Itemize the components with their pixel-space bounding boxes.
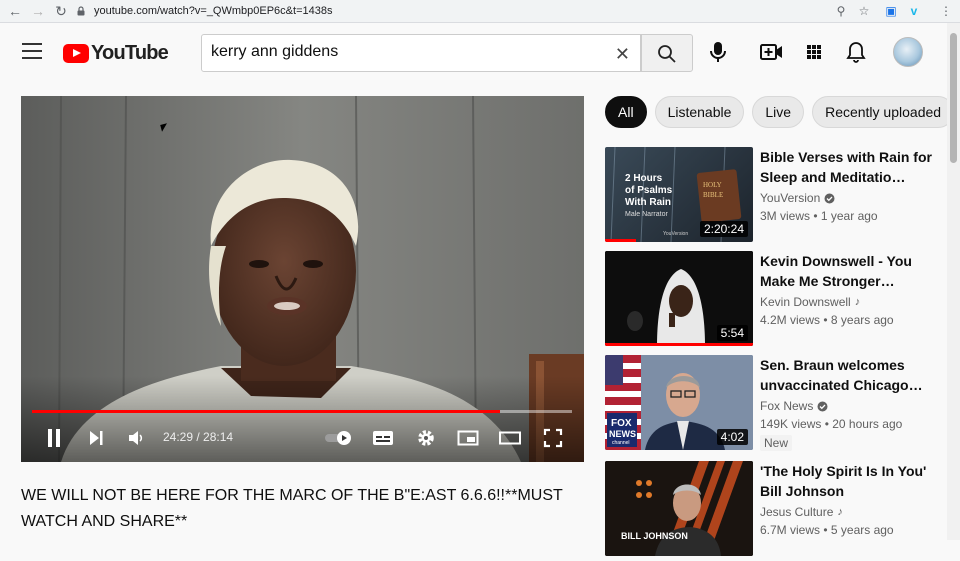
back-icon[interactable]: ← [5,0,25,22]
miniplayer-button[interactable] [456,424,480,452]
vimeo-extension-icon[interactable]: v [905,0,923,22]
video-meta: 4.2M views • 8 years ago [760,313,894,327]
create-video-icon[interactable] [756,37,786,67]
video-meta: 149K views • 20 hours ago [760,417,903,431]
recommendation-item[interactable]: FOX NEWS channel 4:02 Sen. Braun welcome… [605,355,945,455]
watched-progress-bar [605,239,637,242]
hamburger-menu-icon[interactable] [22,43,42,59]
search-button[interactable] [641,34,693,72]
fox-logo-line-1: FOX [611,418,632,429]
video-thumbnail[interactable]: FOX NEWS channel 4:02 [605,355,753,450]
time-display: 24:29 / 28:14 [163,430,234,444]
duration-badge: 5:54 [716,325,748,341]
page-scrollbar[interactable] [947,23,960,540]
pause-button[interactable] [42,424,66,452]
channel-name[interactable]: Jesus Culture [760,505,833,519]
recommendation-title[interactable]: Bible Verses with Rain for Sleep and Med… [760,147,940,187]
youtube-play-icon [63,44,89,63]
notifications-bell-icon[interactable] [841,37,871,67]
search-icon [658,45,676,63]
theater-mode-button[interactable] [498,424,522,452]
url-text: youtube.com/watch?v=_QWmbp0EP6c&t=1438s [94,4,333,17]
fullscreen-icon [543,428,563,448]
settings-button[interactable] [414,424,438,452]
new-badge: New [760,435,793,451]
browser-menu-icon[interactable]: ⋮ [937,0,955,22]
recommendation-item[interactable]: BILL JOHNSON 'The Holy Spirit Is In You'… [605,461,945,561]
settings-gear-icon [418,430,434,446]
recommendation-title[interactable]: 'The Holy Spirit Is In You' Bill Johnson [760,461,940,501]
chip-all[interactable]: All [605,96,647,128]
thumb-line-3: With Rain [625,197,671,208]
subtitles-icon [373,431,393,445]
fox-logo-line-3: channel [612,440,630,446]
duration-badge: 2:20:24 [699,221,748,237]
channel-name[interactable]: YouVersion [760,191,820,205]
chip-live[interactable]: Live [752,96,805,128]
recommendation-title[interactable]: Kevin Downswell - You Make Me Stronger… [760,251,940,291]
book-label-1: HOLY [703,181,722,189]
video-thumbnail[interactable]: HOLY BIBLE 2 Hours of Psalms With Rain M… [605,147,753,242]
search-box: ✕ [201,34,641,72]
reload-icon[interactable]: ↻ [51,0,71,22]
microphone-icon[interactable] [703,37,733,67]
lock-icon [77,5,85,15]
thumb-brand: YouVersion [663,231,688,237]
volume-icon [129,431,143,445]
fox-logo-line-2: NEWS [609,429,636,439]
video-player[interactable] [21,96,584,462]
thumbnail-art: BILL JOHNSON [605,461,753,556]
logo-text: YouTube [91,42,169,64]
filter-chips: All Listenable Live Recently uploaded [605,96,955,128]
clear-search-icon[interactable]: ✕ [615,44,630,65]
recommendation-item[interactable]: HOLY BIBLE 2 Hours of Psalms With Rain M… [605,147,945,247]
fullscreen-button[interactable] [541,424,565,452]
forward-icon[interactable]: → [28,0,48,22]
chip-listenable[interactable]: Listenable [654,96,745,128]
youtube-header: YouTube ✕ [0,23,947,83]
scrollbar-thumb[interactable] [950,33,957,163]
video-progress-bar[interactable] [32,410,572,413]
video-meta: 3M views • 1 year ago [760,209,878,223]
autoplay-toggle-icon [325,431,351,445]
bookmark-star-icon[interactable]: ☆ [855,0,873,22]
music-note-icon: ♪ [854,296,861,308]
youtube-logo[interactable]: YouTube [63,42,169,65]
volume-button[interactable] [124,424,148,452]
book-label-2: BIBLE [703,191,723,199]
channel-name[interactable]: Fox News [760,399,813,413]
chip-recently-uploaded[interactable]: Recently uploaded [812,96,955,128]
channel-name[interactable]: Kevin Downswell [760,295,851,309]
apps-grid-icon[interactable] [799,37,829,67]
thumb-line-2: of Psalms [625,185,673,196]
music-note-icon: ♪ [837,506,843,518]
verified-icon [824,193,835,203]
next-button[interactable] [84,424,108,452]
next-track-icon [90,431,103,445]
autoplay-toggle[interactable] [322,424,356,452]
subtitles-button[interactable] [371,424,395,452]
zoom-icon[interactable]: ⚲ [832,0,850,22]
account-avatar[interactable] [893,37,923,67]
address-bar[interactable]: youtube.com/watch?v=_QWmbp0EP6c&t=1438s [76,1,826,20]
video-thumbnail[interactable]: BILL JOHNSON [605,461,753,556]
thumb-line-4: Male Narrator [625,211,668,218]
miniplayer-icon [457,430,479,446]
video-meta: 6.7M views • 5 years ago [760,523,894,537]
extension-icon[interactable]: ▣ [882,0,900,22]
thumb-line-1: 2 Hours [625,173,663,184]
video-thumbnail[interactable]: 5:54 [605,251,753,346]
watched-progress-bar [605,343,753,346]
browser-toolbar: ← → ↻ youtube.com/watch?v=_QWmbp0EP6c&t=… [0,0,960,23]
duration-badge: 4:02 [716,429,748,445]
pause-icon [48,429,60,447]
search-input[interactable] [211,43,591,61]
recommendation-item[interactable]: 5:54 Kevin Downswell - You Make Me Stron… [605,251,945,351]
video-title: WE WILL NOT BE HERE FOR THE MARC OF THE … [21,487,563,530]
theater-mode-icon [499,431,521,445]
recommendation-title[interactable]: Sen. Braun welcomes unvaccinated Chicago… [760,355,940,395]
verified-icon [817,401,828,411]
video-progress-fill [32,410,501,413]
